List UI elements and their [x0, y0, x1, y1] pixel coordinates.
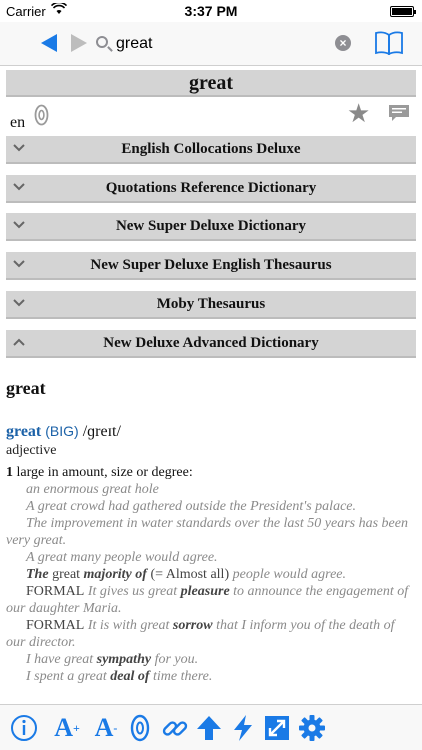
note-icon[interactable] [388, 104, 410, 122]
pronunciation: /ɡreɪt/ [82, 423, 121, 440]
example: I spent a great deal of time there. [26, 669, 213, 684]
info-icon[interactable] [9, 713, 39, 743]
entry-word[interactable]: great [6, 423, 41, 440]
forward-arrow-icon[interactable] [71, 34, 87, 52]
clear-icon[interactable]: × [335, 35, 351, 51]
search-bar: × [0, 22, 422, 66]
section-moby-thesaurus[interactable]: Moby Thesaurus [6, 291, 416, 319]
definition-headword: great [6, 378, 46, 398]
page-title: great [6, 70, 416, 97]
sense-text: large in amount, size or degree: [16, 465, 193, 480]
sense: 1 large in amount, size or degree: [6, 464, 416, 481]
section-title: Quotations Reference Dictionary [105, 180, 317, 196]
book-icon[interactable] [374, 31, 404, 56]
example: A great crowd had gathered outside the P… [26, 499, 356, 514]
bottom-toolbar: A+ A- [0, 704, 422, 750]
font-decrease-icon[interactable]: A- [91, 713, 121, 743]
up-arrow-icon[interactable] [194, 713, 224, 743]
audio-icon[interactable] [34, 104, 49, 126]
link-icon[interactable] [160, 713, 190, 743]
part-of-speech: adjective [6, 443, 57, 458]
section-english-collocations[interactable]: English Collocations Deluxe [6, 136, 416, 164]
section-title: New Deluxe Advanced Dictionary [103, 335, 319, 351]
section-new-super-deluxe-thesaurus[interactable]: New Super Deluxe English Thesaurus [6, 252, 416, 280]
font-increase-icon[interactable]: A+ [52, 713, 82, 743]
example: I have great sympathy for you. [26, 652, 199, 667]
settings-gear-icon[interactable] [297, 713, 327, 743]
star-icon[interactable]: ★ [347, 100, 370, 128]
sense-number: 1 [6, 465, 13, 480]
section-new-super-deluxe-dictionary[interactable]: New Super Deluxe Dictionary [6, 213, 416, 241]
example: A great many people would agree. [26, 550, 218, 565]
guide-word: (BIG) [45, 423, 79, 439]
section-title: Moby Thesaurus [156, 296, 266, 312]
section-title: New Super Deluxe English Thesaurus [90, 257, 332, 273]
search-input[interactable] [116, 31, 316, 57]
language-label: en [10, 114, 26, 131]
back-arrow-icon[interactable] [41, 34, 57, 52]
search-icon [96, 36, 108, 48]
entry-line: great (BIG) /ɡreɪt/ [6, 421, 416, 442]
section-quotations-reference[interactable]: Quotations Reference Dictionary [6, 175, 416, 203]
example: The improvement in water standards over … [6, 516, 408, 548]
definition-panel: great great (BIG) /ɡreɪt/ adjective 1 la… [6, 376, 416, 685]
section-new-deluxe-advanced-dictionary[interactable]: New Deluxe Advanced Dictionary [6, 330, 416, 358]
example: FORMAL It is with great sorrow that I in… [6, 618, 395, 650]
fullscreen-icon[interactable] [262, 713, 292, 743]
clock: 3:37 PM [184, 3, 238, 19]
section-title: New Super Deluxe Dictionary [115, 218, 307, 234]
example: FORMAL It gives us great pleasure to ann… [6, 584, 409, 616]
status-bar: Carrier 3:37 PM [0, 0, 422, 22]
example: The great majority of (= Almost all) peo… [26, 567, 347, 582]
lightning-icon[interactable] [228, 713, 258, 743]
example: an enormous great hole [26, 482, 159, 497]
section-title: English Collocations Deluxe [121, 141, 301, 157]
battery-icon [390, 6, 416, 17]
pronounce-icon[interactable] [125, 713, 155, 743]
